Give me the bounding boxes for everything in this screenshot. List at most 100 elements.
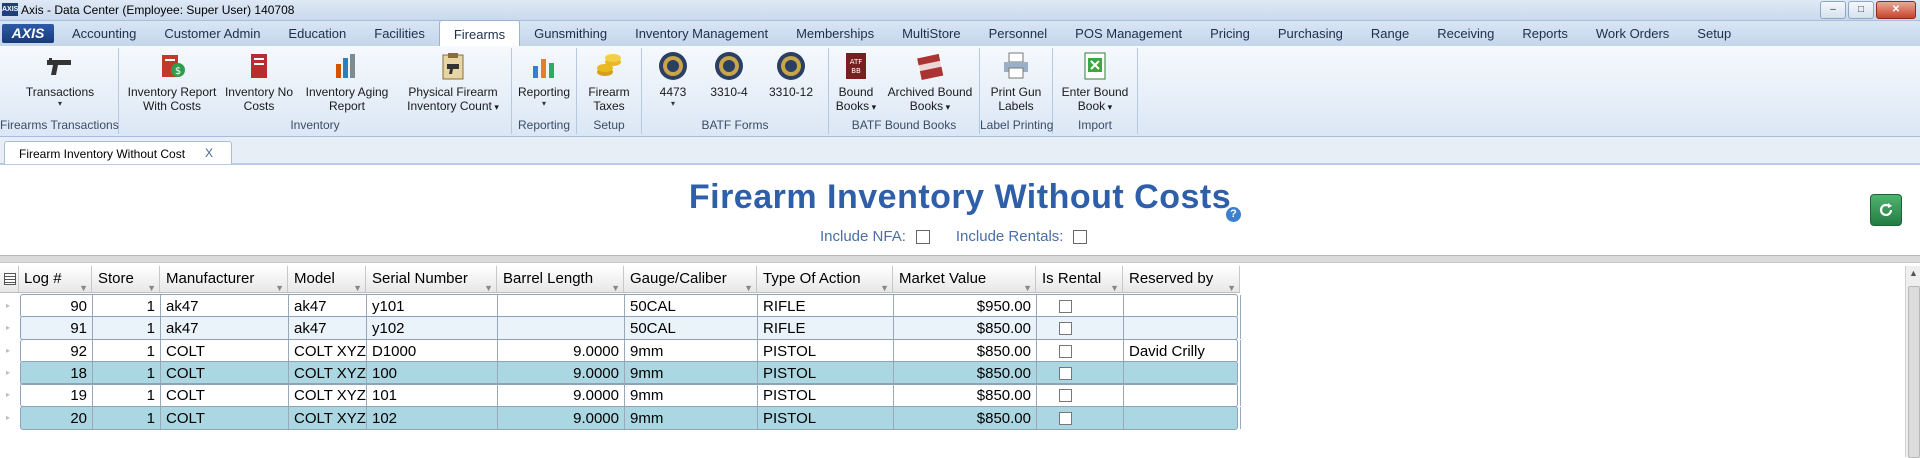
table-row[interactable]: 91 1 ak47 ak47 y102 50CAL RIFLE $850.00 xyxy=(20,316,1241,341)
cell-manufacturer: COLT xyxy=(161,361,289,384)
ribbon-button-label: Book xyxy=(1077,99,1106,113)
cell-action: PISTOL xyxy=(758,384,894,407)
inventory-report-with-costs-button[interactable]: $ Inventory Report With Costs xyxy=(123,50,221,113)
reporting-button[interactable]: Reporting ▾ xyxy=(514,50,574,108)
tab-firearms[interactable]: Firearms xyxy=(438,20,521,46)
table-row[interactable]: 20 1 COLT COLT XYZ 102 9.0000 9mm PISTOL $850.00 xyxy=(20,405,1241,430)
table-row[interactable]: 19 1 COLT COLT XYZ 101 9.0000 9mm PISTOL $850.00 xyxy=(20,383,1241,408)
row-indicator-icon[interactable]: ▸ xyxy=(6,390,10,399)
cell-log: 18 xyxy=(19,361,93,384)
tab-inventory-management[interactable]: Inventory Management xyxy=(621,21,782,46)
column-chooser-button[interactable] xyxy=(0,266,19,292)
column-header-barrel-length[interactable]: Barrel Length ▼ xyxy=(497,266,624,293)
column-header-label: Is Rental xyxy=(1042,270,1102,287)
bound-book-icon: ATF BB xyxy=(840,50,872,82)
archived-bound-books-button[interactable]: Archived Bound Books ▾ xyxy=(881,50,979,114)
refresh-button[interactable] xyxy=(1870,194,1902,226)
maximize-button[interactable]: □ xyxy=(1848,1,1874,19)
tab-setup[interactable]: Setup xyxy=(1683,21,1745,46)
cell-serial: D1000 xyxy=(367,339,498,362)
doc-tab-firearm-inventory[interactable]: Firearm Inventory Without Cost X xyxy=(4,141,232,164)
tab-pos-management[interactable]: POS Management xyxy=(1061,21,1196,46)
tab-gunsmithing[interactable]: Gunsmithing xyxy=(520,21,621,46)
row-indicator-icon[interactable]: ▸ xyxy=(6,346,10,355)
column-header-store[interactable]: Store ▼ xyxy=(92,266,160,293)
row-indicator-icon[interactable]: ▸ xyxy=(6,301,10,310)
inventory-aging-report-button[interactable]: Inventory Aging Report xyxy=(297,50,397,113)
tab-multistore[interactable]: MultiStore xyxy=(888,21,975,46)
column-header-gauge-caliber[interactable]: Gauge/Caliber ▼ xyxy=(624,266,757,293)
doc-tab-close-icon[interactable]: X xyxy=(205,146,213,160)
is-rental-checkbox[interactable] xyxy=(1059,300,1072,313)
scroll-up-icon[interactable]: ▲ xyxy=(1909,268,1918,278)
cell-serial: 101 xyxy=(367,384,498,407)
column-header-reserved-by[interactable]: Reserved by ▼ xyxy=(1123,266,1240,293)
firearm-taxes-button[interactable]: Firearm Taxes xyxy=(579,50,639,113)
tab-personnel[interactable]: Personnel xyxy=(975,21,1062,46)
tab-purchasing[interactable]: Purchasing xyxy=(1264,21,1357,46)
bound-books-button[interactable]: ATF BB Bound Books ▾ xyxy=(831,50,881,114)
cell-value: $850.00 xyxy=(894,339,1037,362)
is-rental-checkbox[interactable] xyxy=(1059,411,1072,425)
ribbon-group-label: Label Printing xyxy=(980,118,1054,132)
dropdown-caret-icon: ▾ xyxy=(491,102,499,112)
4473-button[interactable]: 4473 ▾ xyxy=(648,50,698,108)
vertical-scrollbar[interactable]: ▲ xyxy=(1905,266,1920,458)
is-rental-checkbox[interactable] xyxy=(1059,344,1072,358)
cell-model: ak47 xyxy=(289,295,367,317)
table-row[interactable]: 18 1 COLT COLT XYZ 100 9.0000 9mm PISTOL $850.00 xyxy=(19,360,1241,385)
tab-work-orders[interactable]: Work Orders xyxy=(1582,21,1683,46)
scrollbar-thumb[interactable] xyxy=(1908,286,1920,458)
cell-rental xyxy=(1037,406,1124,429)
column-header-type-of-action[interactable]: Type Of Action ▼ xyxy=(757,266,893,293)
ribbon-button-label: Books xyxy=(835,99,870,113)
is-rental-checkbox[interactable] xyxy=(1059,389,1072,403)
column-header-label: Market Value xyxy=(899,270,987,287)
tab-education[interactable]: Education xyxy=(274,21,360,46)
tab-facilities[interactable]: Facilities xyxy=(360,21,439,46)
include-rentals-checkbox[interactable] xyxy=(1073,229,1088,244)
tab-customer-admin[interactable]: Customer Admin xyxy=(150,21,274,46)
column-header-is-rental[interactable]: Is Rental ▼ xyxy=(1036,266,1123,293)
is-rental-checkbox[interactable] xyxy=(1059,366,1072,380)
table-row[interactable]: 90 1 ak47 ak47 y101 50CAL RIFLE $950.00 xyxy=(20,294,1241,318)
3310-12-button[interactable]: 3310-12 xyxy=(758,50,824,99)
row-indicator-icon[interactable]: ▸ xyxy=(6,368,10,377)
tab-accounting[interactable]: Accounting xyxy=(58,21,150,46)
column-header-market-value[interactable]: Market Value ▼ xyxy=(893,266,1036,293)
cell-serial: 100 xyxy=(367,361,498,384)
grid-splitter[interactable] xyxy=(0,255,1920,263)
is-rental-checkbox[interactable] xyxy=(1059,322,1072,336)
3310-4-button[interactable]: 3310-4 xyxy=(702,50,756,99)
tab-reports[interactable]: Reports xyxy=(1508,21,1582,46)
column-header-log-[interactable]: Log # ▼ xyxy=(18,266,92,293)
include-nfa-checkbox[interactable] xyxy=(915,229,930,244)
cell-reserved xyxy=(1124,317,1241,340)
enter-bound-book-button[interactable]: Enter Bound Book ▾ xyxy=(1055,50,1135,114)
axis-logo[interactable]: AXIS xyxy=(2,24,54,43)
column-chooser-icon xyxy=(4,273,16,285)
column-header-serial-number[interactable]: Serial Number ▼ xyxy=(366,266,497,293)
column-header-model[interactable]: Model ▼ xyxy=(288,266,366,293)
cell-action: RIFLE xyxy=(758,317,894,340)
tab-receiving[interactable]: Receiving xyxy=(1423,21,1508,46)
help-icon[interactable]: ? xyxy=(1226,207,1241,222)
tab-memberships[interactable]: Memberships xyxy=(782,21,888,46)
tab-pricing[interactable]: Pricing xyxy=(1196,21,1264,46)
tab-range[interactable]: Range xyxy=(1357,21,1423,46)
printer-icon xyxy=(1000,50,1032,82)
inventory-no-costs-button[interactable]: Inventory No Costs xyxy=(221,50,297,113)
cell-action: PISTOL xyxy=(758,361,894,384)
column-header-label: Type Of Action xyxy=(763,270,861,287)
print-gun-labels-button[interactable]: Print Gun Labels xyxy=(982,50,1050,113)
table-row[interactable]: 92 1 COLT COLT XYZ D1000 9.0000 9mm PISTOL $850.… xyxy=(20,338,1241,363)
close-window-button[interactable]: ✕ xyxy=(1876,1,1916,19)
cell-rental xyxy=(1037,384,1124,407)
column-header-manufacturer[interactable]: Manufacturer ▼ xyxy=(160,266,288,293)
minimize-button[interactable]: – xyxy=(1820,1,1846,19)
transactions-button[interactable]: Transactions ▾ xyxy=(4,50,116,108)
ribbon-button-label: Inventory Report xyxy=(127,85,217,99)
row-indicator-icon[interactable]: ▸ xyxy=(6,323,10,332)
row-indicator-icon[interactable]: ▸ xyxy=(6,413,10,422)
physical-firearm-inventory-count-button[interactable]: Physical Firearm Inventory Count ▾ xyxy=(397,50,509,114)
